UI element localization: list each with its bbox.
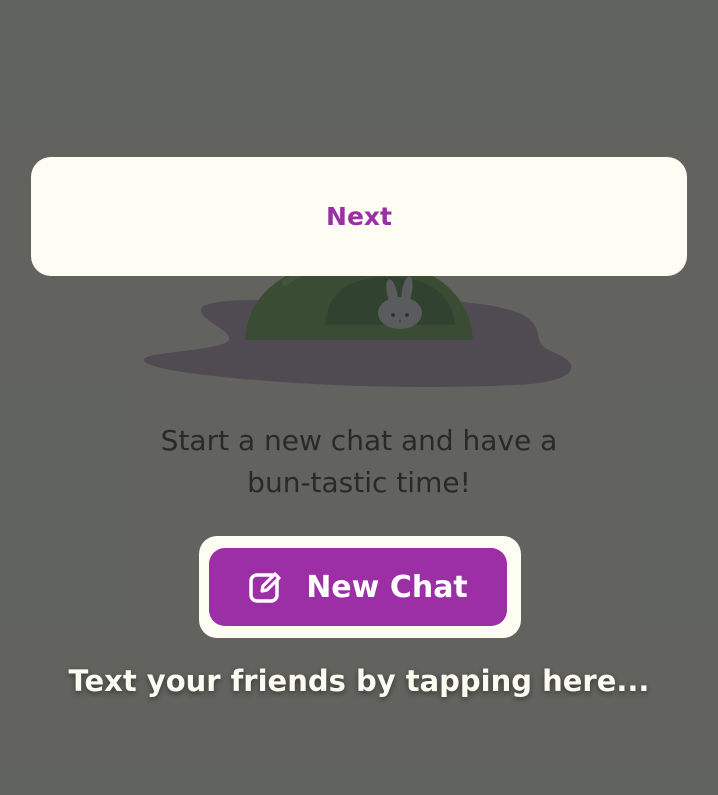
next-button[interactable]: Next (31, 157, 687, 276)
compose-icon (249, 572, 281, 603)
new-chat-label: New Chat (306, 569, 468, 605)
empty-state-line-2: bun-tastic time! (247, 466, 471, 499)
empty-state-line-1: Start a new chat and have a (160, 424, 558, 457)
new-chat-button[interactable]: New Chat (209, 548, 507, 626)
tutorial-hint-text: Text your friends by tapping here... (68, 664, 650, 698)
next-label: Next (326, 202, 392, 231)
bunny-burrow-illustration (143, 260, 572, 388)
empty-state-message: Start a new chat and have a bun-tastic t… (0, 420, 718, 504)
